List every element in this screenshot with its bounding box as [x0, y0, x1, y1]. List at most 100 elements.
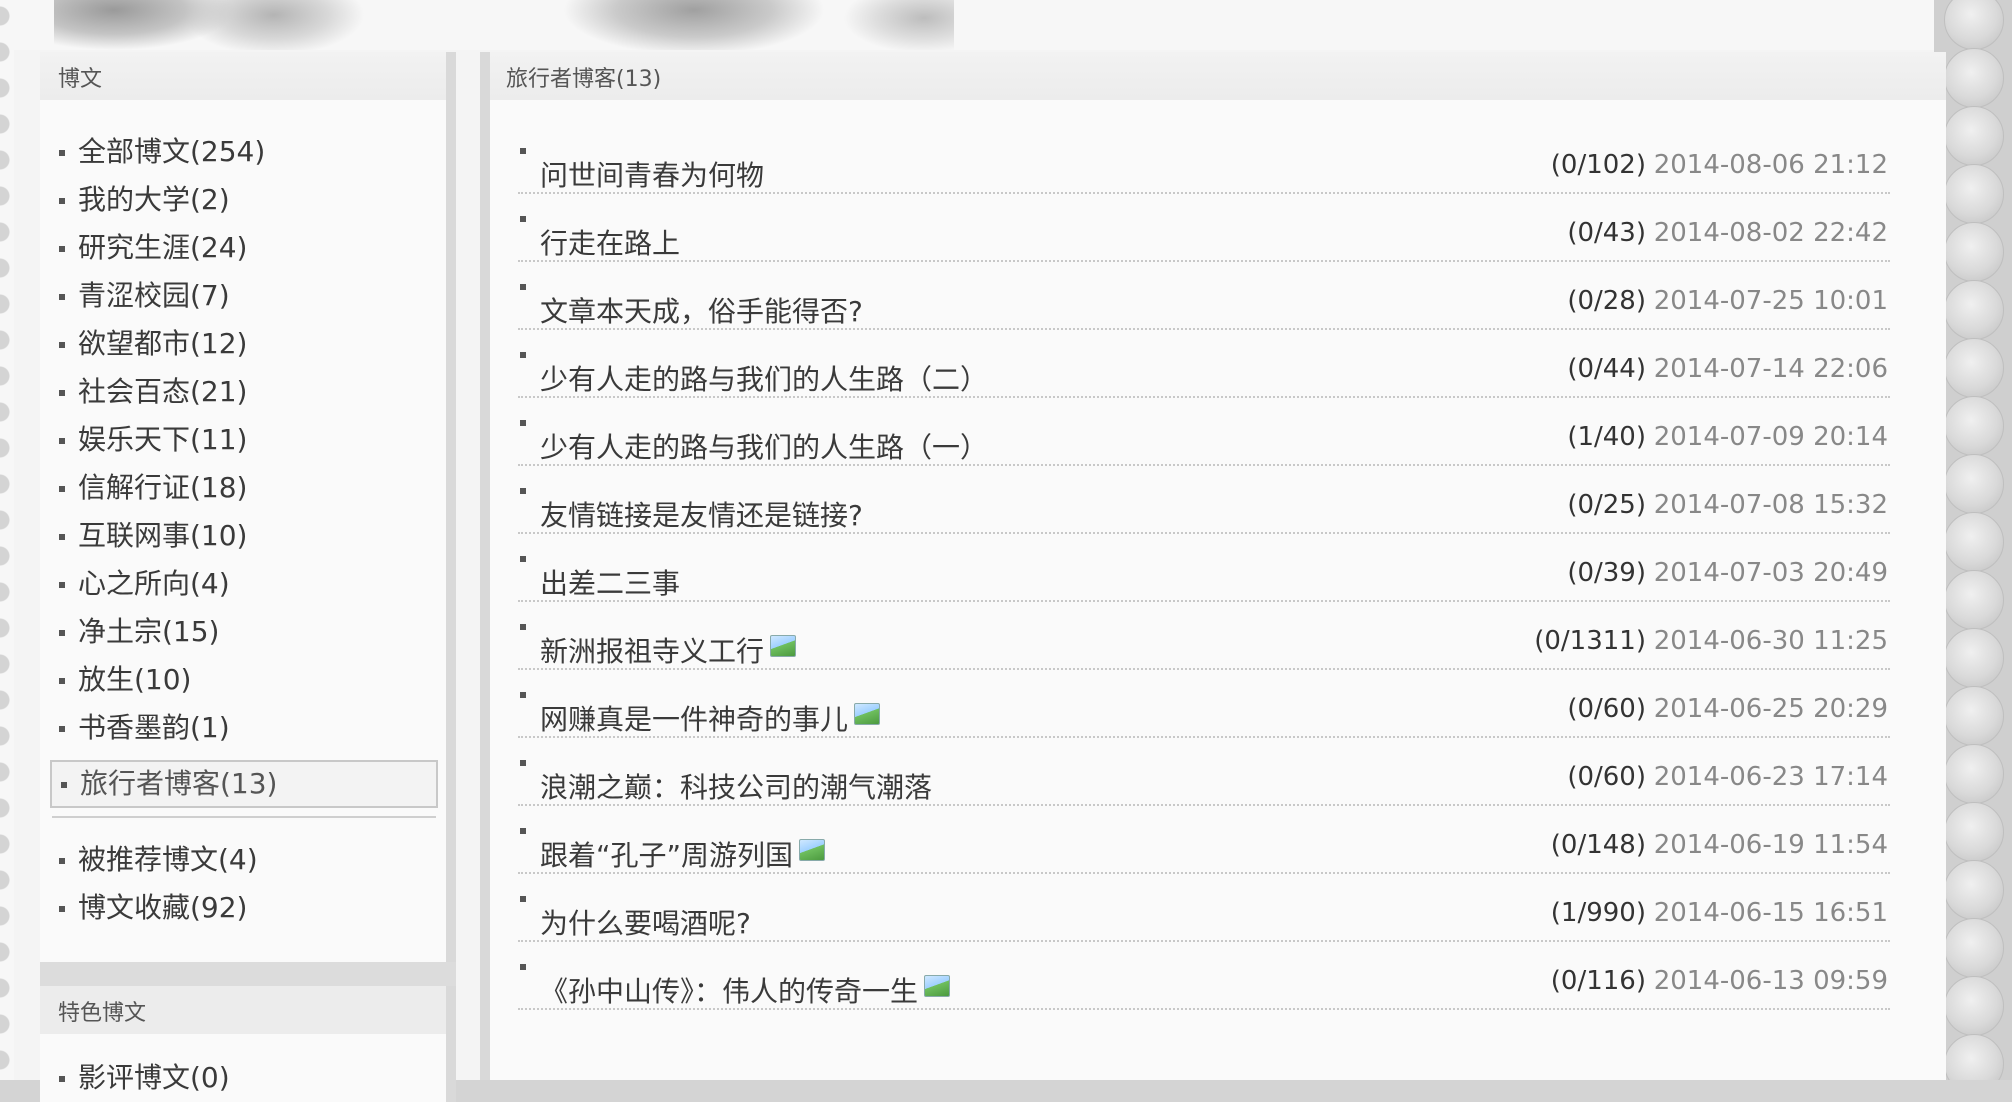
- post-row: 文章本天成，俗手能得否? (0/28) 2014-07-25 10:01: [518, 262, 1890, 330]
- post-title-text: 《孙中山传》：伟人的传奇一生: [540, 975, 919, 1008]
- post-title-text: 少有人走的路与我们的人生路（二）: [540, 363, 989, 396]
- comment-read-count: (1/990): [1550, 898, 1646, 928]
- image-icon: [770, 635, 797, 657]
- post-title-text: 出差二三事: [540, 567, 681, 600]
- post-title-link[interactable]: 新洲报祖寺义工行: [540, 630, 797, 670]
- extra-list: 被推荐博文(4) 博文收藏(92): [40, 836, 446, 962]
- banner-flower-art: [54, 0, 954, 50]
- stamp-scallop: [1944, 744, 2004, 804]
- stamp-scallop: [1944, 396, 2004, 456]
- post-title-link[interactable]: 友情链接是友情还是链接?: [540, 494, 863, 534]
- recommended-posts-link[interactable]: 被推荐博文(4): [40, 836, 446, 884]
- comment-read-count: (0/102): [1550, 150, 1646, 180]
- header-banner: [14, 0, 1938, 50]
- comment-read-count: (0/43): [1567, 218, 1646, 248]
- category-divider: [52, 816, 436, 818]
- category-link-active[interactable]: 旅行者博客(13): [50, 760, 438, 808]
- category-panel-title: 博文: [40, 52, 446, 100]
- category-link[interactable]: 书香墨韵(1): [40, 704, 446, 752]
- stamp-scallop: [1944, 48, 2004, 108]
- post-row: 跟着“孔子”周游列国 (0/148) 2014-06-19 11:54: [518, 806, 1890, 874]
- post-title-text: 跟着“孔子”周游列国: [540, 839, 794, 872]
- comment-read-count: (0/148): [1550, 830, 1646, 860]
- comment-read-count: (0/28): [1567, 286, 1646, 316]
- post-date: 2014-06-23 17:14: [1653, 762, 1888, 792]
- post-date: 2014-07-08 15:32: [1653, 490, 1888, 520]
- comment-read-count: (0/116): [1550, 966, 1646, 996]
- post-date: 2014-07-03 20:49: [1653, 558, 1888, 588]
- post-date: 2014-07-09 20:14: [1653, 422, 1888, 452]
- favorites-link[interactable]: 博文收藏(92): [40, 884, 446, 932]
- category-link[interactable]: 我的大学(2): [40, 176, 446, 224]
- comment-read-count: (0/44): [1567, 354, 1646, 384]
- stamp-scallop: [1944, 1034, 2004, 1080]
- category-link[interactable]: 信解行证(18): [40, 464, 446, 512]
- post-date: 2014-06-25 20:29: [1653, 694, 1888, 724]
- post-date: 2014-08-06 21:12: [1653, 150, 1888, 180]
- post-title-link[interactable]: 出差二三事: [540, 562, 680, 602]
- stamp-scallop: [1944, 860, 2004, 920]
- stamp-scallop: [1944, 686, 2004, 746]
- category-link[interactable]: 研究生涯(24): [40, 224, 446, 272]
- stamp-scallop: [1944, 570, 2004, 630]
- post-title-link[interactable]: 问世间青春为何物: [540, 154, 764, 194]
- post-date: 2014-07-14 22:06: [1653, 354, 1888, 384]
- stamp-scallop: [1944, 222, 2004, 282]
- post-row: 新洲报祖寺义工行 (0/1311) 2014-06-30 11:25: [518, 602, 1890, 670]
- panel-gap: [40, 962, 456, 986]
- stamp-scallop: [1944, 918, 2004, 978]
- post-title-link[interactable]: 网赚真是一件神奇的事儿: [540, 698, 881, 738]
- post-list-title: 旅行者博客(13): [490, 52, 1946, 100]
- image-icon: [799, 839, 826, 861]
- post-title-link[interactable]: 少有人走的路与我们的人生路（一）: [540, 426, 988, 466]
- featured-panel-title: 特色博文: [40, 986, 446, 1034]
- stamp-scallop: [1944, 164, 2004, 224]
- post-title-text: 浪潮之巅：科技公司的潮气潮落: [540, 771, 933, 804]
- post-date: 2014-06-15 16:51: [1653, 898, 1888, 928]
- post-title-link[interactable]: 跟着“孔子”周游列国: [540, 834, 826, 874]
- post-row: 友情链接是友情还是链接? (0/25) 2014-07-08 15:32: [518, 466, 1890, 534]
- category-link[interactable]: 青涩校园(7): [40, 272, 446, 320]
- post-date: 2014-07-25 10:01: [1653, 286, 1888, 316]
- image-icon: [854, 703, 881, 725]
- post-date: 2014-06-13 09:59: [1653, 966, 1888, 996]
- post-row: 行走在路上 (0/43) 2014-08-02 22:42: [518, 194, 1890, 262]
- post-title-text: 友情链接是友情还是链接?: [540, 499, 863, 532]
- stamp-scallop: [1944, 106, 2004, 166]
- post-title-link[interactable]: 《孙中山传》：伟人的传奇一生: [540, 970, 951, 1010]
- post-row: 为什么要喝酒呢? (1/990) 2014-06-15 16:51: [518, 874, 1890, 942]
- category-link[interactable]: 全部博文(254): [40, 128, 446, 176]
- stamp-edge-left: [0, 0, 14, 1080]
- post-row: 少有人走的路与我们的人生路（一） (1/40) 2014-07-09 20:14: [518, 398, 1890, 466]
- category-link[interactable]: 社会百态(21): [40, 368, 446, 416]
- post-title-text: 文章本天成，俗手能得否?: [540, 295, 863, 328]
- post-title-link[interactable]: 为什么要喝酒呢?: [540, 902, 751, 942]
- featured-panel: 特色博文 影评博文(0): [40, 986, 456, 1102]
- post-title-link[interactable]: 浪潮之巅：科技公司的潮气潮落: [540, 766, 932, 806]
- category-link[interactable]: 互联网事(10): [40, 512, 446, 560]
- post-title-link[interactable]: 少有人走的路与我们的人生路（二）: [540, 358, 988, 398]
- post-title-text: 少有人走的路与我们的人生路（一）: [540, 431, 989, 464]
- category-link[interactable]: 心之所向(4): [40, 560, 446, 608]
- category-link[interactable]: 净土宗(15): [40, 608, 446, 656]
- post-date: 2014-08-02 22:42: [1653, 218, 1888, 248]
- post-date: 2014-06-19 11:54: [1653, 830, 1888, 860]
- post-title-text: 问世间青春为何物: [540, 159, 765, 192]
- stamp-scallop: [1944, 512, 2004, 572]
- stamp-scallop: [1944, 628, 2004, 688]
- post-title-link[interactable]: 文章本天成，俗手能得否?: [540, 290, 863, 330]
- category-link[interactable]: 娱乐天下(11): [40, 416, 446, 464]
- stamp-scallop: [1944, 802, 2004, 862]
- category-list: 全部博文(254) 我的大学(2) 研究生涯(24) 青涩校园(7) 欲望都市(…: [40, 100, 446, 808]
- post-title-text: 行走在路上: [540, 227, 681, 260]
- category-link[interactable]: 放生(10): [40, 656, 446, 704]
- comment-read-count: (0/60): [1567, 762, 1646, 792]
- post-title-link[interactable]: 行走在路上: [540, 222, 680, 262]
- comment-read-count: (0/25): [1567, 490, 1646, 520]
- comment-read-count: (0/60): [1567, 694, 1646, 724]
- post-row: 问世间青春为何物 (0/102) 2014-08-06 21:12: [518, 126, 1890, 194]
- category-link[interactable]: 欲望都市(12): [40, 320, 446, 368]
- post-row: 浪潮之巅：科技公司的潮气潮落 (0/60) 2014-06-23 17:14: [518, 738, 1890, 806]
- featured-link[interactable]: 影评博文(0): [40, 1054, 446, 1102]
- post-row: 出差二三事 (0/39) 2014-07-03 20:49: [518, 534, 1890, 602]
